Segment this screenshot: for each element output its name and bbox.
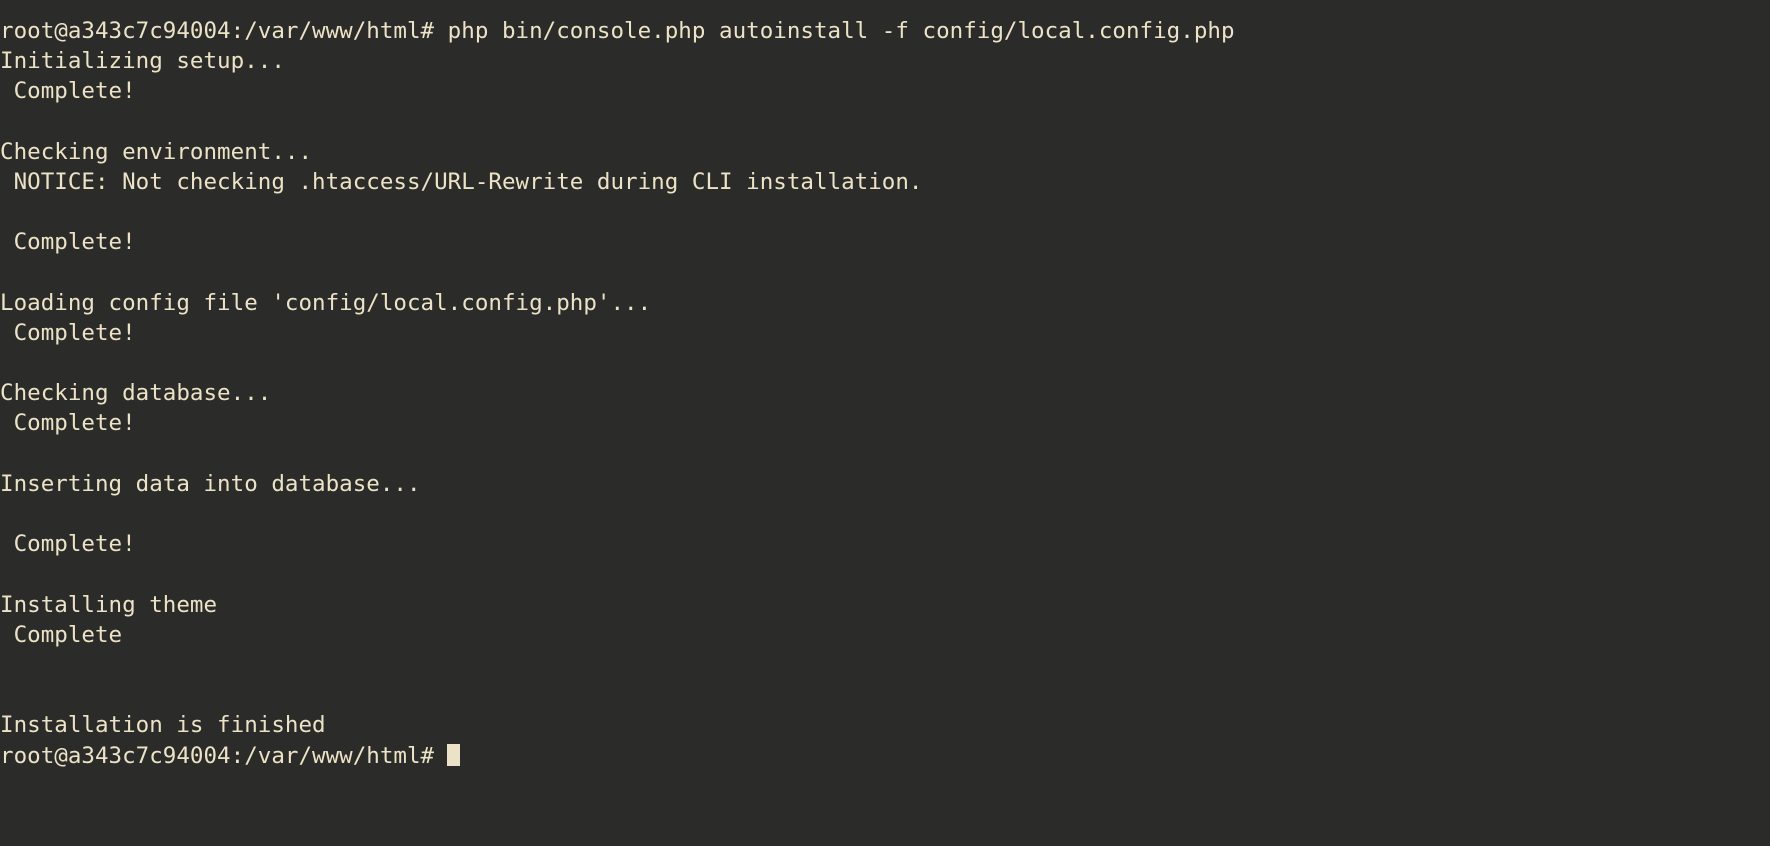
terminal-line: Checking database... <box>0 380 272 407</box>
terminal-line: NOTICE: Not checking .htaccess/URL-Rewri… <box>0 168 923 195</box>
terminal-line: Installation is finished <box>0 712 326 739</box>
terminal-line: Checking environment... <box>0 138 313 165</box>
terminal-final-prompt-line: root@a343c7c94004:/var/www/html# <box>0 741 1770 771</box>
terminal-line: root@a343c7c94004:/var/www/html# php bin… <box>0 18 1235 44</box>
terminal-line: Inserting data into database... <box>0 470 421 497</box>
shell-prompt: root@a343c7c94004:/var/www/html# <box>0 742 435 769</box>
terminal-line: Installing theme <box>0 591 218 618</box>
terminal-line: Loading config file 'config/local.config… <box>0 289 652 316</box>
terminal-line: Complete! <box>0 229 136 256</box>
terminal-output: root@a343c7c94004:/var/www/html# php bin… <box>0 16 1770 741</box>
terminal-line: Complete! <box>0 410 136 437</box>
terminal-line: Complete! <box>0 78 136 105</box>
text-cursor <box>447 743 461 766</box>
terminal-line: Complete <box>0 621 123 648</box>
terminal-line: Complete! <box>0 531 136 558</box>
terminal-line: Complete! <box>0 319 136 346</box>
terminal-line: Initializing setup... <box>0 48 285 75</box>
terminal-window[interactable]: root@a343c7c94004:/var/www/html# php bin… <box>0 0 1770 846</box>
